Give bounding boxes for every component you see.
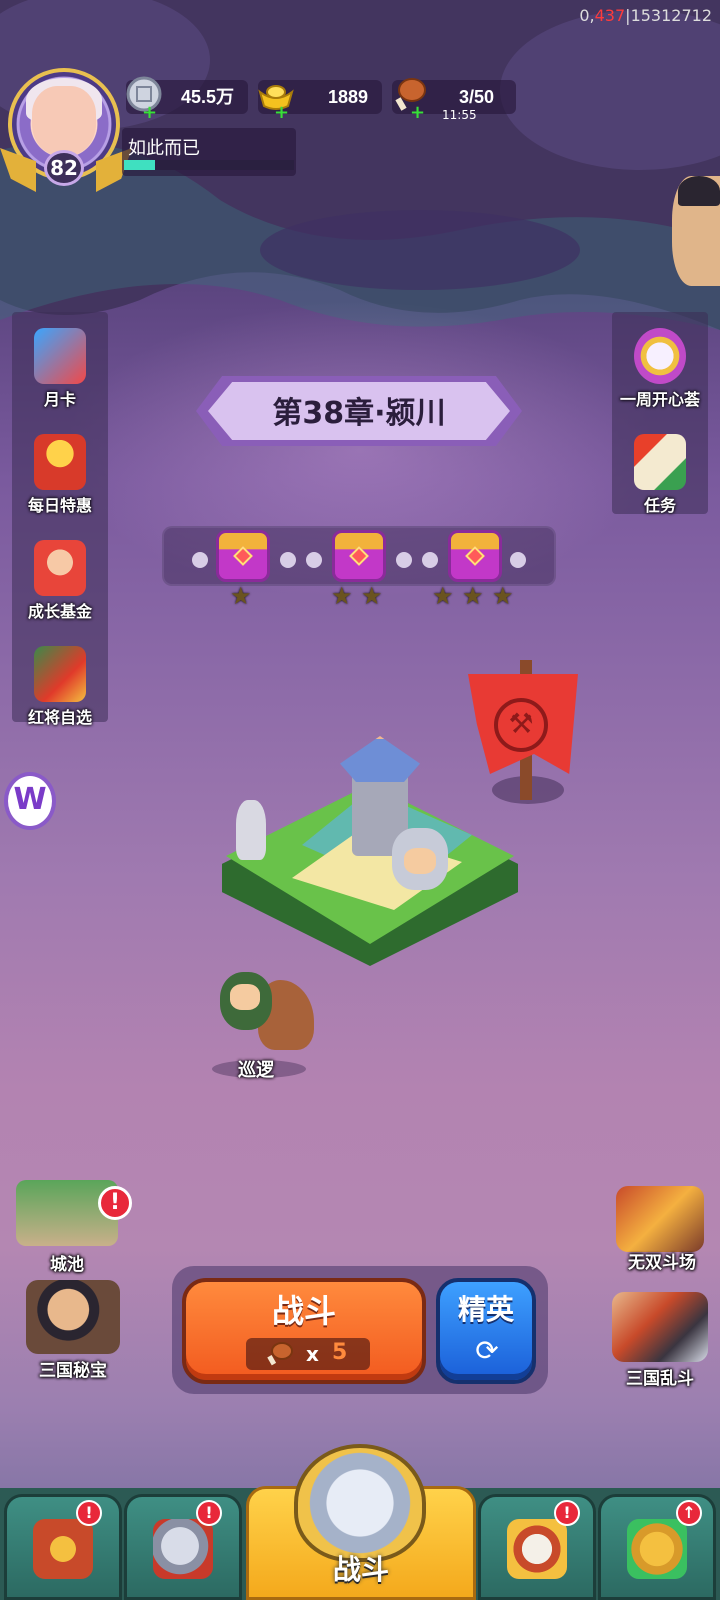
patrol-label: 巡逻: [238, 1060, 274, 1081]
menu-growth-fund[interactable]: 成长基金: [14, 534, 106, 634]
month-card-icon: [34, 328, 86, 384]
player-name: 如此而已: [128, 138, 200, 159]
menu-red-general[interactable]: 红将自选: [14, 640, 106, 740]
add-silver-icon[interactable]: +: [142, 104, 157, 122]
gate-treasure-icon: [33, 1519, 93, 1579]
fight-button-label: 战斗: [271, 1292, 336, 1330]
stone-pillar: [236, 800, 266, 860]
menu-label: 成长基金: [27, 602, 92, 621]
menu-quests[interactable]: 任务: [614, 428, 706, 528]
chest-star-icon: ★: [331, 582, 353, 610]
red-general-select-icon: [34, 646, 86, 702]
chest-gem-icon: [233, 546, 253, 566]
progress-dot: [280, 552, 296, 568]
arena-label: 无双斗场: [628, 1253, 696, 1273]
chest-star-icon: ★: [432, 582, 454, 610]
city-label: 城池: [50, 1255, 84, 1275]
crossed-swords-icon: [294, 1444, 426, 1562]
avatar-face: [32, 86, 96, 156]
add-gold-icon[interactable]: +: [274, 104, 289, 122]
w-float-logo-icon[interactable]: W: [4, 772, 56, 830]
stamina-timer: 11:55: [442, 108, 477, 122]
player-level-badge: 82: [44, 150, 84, 186]
progress-dot: [192, 552, 208, 568]
three-kingdoms-treasure-icon[interactable]: [26, 1280, 120, 1354]
melee-brawl-icon[interactable]: [612, 1292, 708, 1362]
star-chest-3[interactable]: [448, 530, 502, 582]
chapter-title: 第38章·颍川: [272, 396, 446, 431]
chest-star-icon: ★: [462, 582, 484, 610]
chest-star-icon: ★: [492, 582, 514, 610]
chest-star-icon: ★: [230, 582, 252, 610]
star-chest-1[interactable]: [216, 530, 270, 582]
menu-month-card[interactable]: 月卡: [14, 322, 106, 422]
rider: [220, 972, 272, 1030]
axe-emblem-icon: ⚒: [494, 698, 548, 752]
patrol-rider[interactable]: [210, 970, 322, 1066]
progress-dot: [306, 552, 322, 568]
menu-label: 月卡: [43, 390, 76, 409]
menu-weekly-fun[interactable]: 一周开心荟: [614, 322, 706, 422]
fist-upgrade-icon: [627, 1519, 687, 1579]
menu-label: 红将自选: [27, 708, 92, 727]
menu-label: 每日特惠: [27, 496, 92, 515]
city-alert-badge: !: [98, 1186, 132, 1220]
refresh-icon: ⟳: [475, 1334, 499, 1367]
treasure-label: 三国秘宝: [39, 1361, 107, 1381]
quest-scroll-icon: [634, 434, 686, 490]
weekly-fun-icon: [634, 328, 686, 384]
nav-alert-badge: !: [554, 1500, 580, 1526]
general-portrait[interactable]: [672, 176, 720, 286]
fight-cost-value: 5: [332, 1340, 348, 1365]
tower-roof: [340, 736, 420, 782]
menu-daily-deal[interactable]: 每日特惠: [14, 428, 106, 528]
nav-alert-badge: !: [196, 1500, 222, 1526]
nav-upgrade-badge: ↑: [676, 1500, 702, 1526]
star-chest-2[interactable]: [332, 530, 386, 582]
general-hat: [678, 176, 720, 206]
fight-cost-multiplier: x: [306, 1342, 319, 1366]
daily-deal-icon: [34, 434, 86, 490]
elite-button-label: 精英: [457, 1293, 514, 1326]
chest-gem-icon: [349, 546, 369, 566]
rider-face: [230, 984, 260, 1010]
horn-stars-icon: [507, 1519, 567, 1579]
enemy-soldier[interactable]: [392, 828, 448, 890]
exp-bar-fill: [124, 160, 155, 170]
nav-tab-treasure[interactable]: [4, 1494, 122, 1600]
helmet-icon: [153, 1519, 213, 1579]
add-stamina-icon[interactable]: +: [410, 104, 425, 122]
growth-fund-icon: [34, 540, 86, 596]
melee-label: 三国乱斗: [626, 1369, 694, 1389]
debug-readout: 0,437|15312712: [579, 6, 712, 25]
meat-drumstick-icon: [266, 1340, 294, 1372]
chapter-banner: 第38章·颍川: [196, 368, 522, 452]
progress-dot: [396, 552, 412, 568]
progress-dot: [510, 552, 526, 568]
chest-star-icon: ★: [361, 582, 383, 610]
nav-alert-badge: !: [76, 1500, 102, 1526]
menu-label: 任务: [643, 496, 676, 515]
soldier-face: [404, 848, 436, 874]
nav-tab-heroes[interactable]: [124, 1494, 242, 1600]
menu-label: 一周开心荟: [619, 390, 700, 409]
chest-gem-icon: [465, 546, 485, 566]
progress-dot: [422, 552, 438, 568]
arena-icon[interactable]: [616, 1186, 704, 1252]
nav-battle-label: 战斗: [332, 1553, 389, 1586]
